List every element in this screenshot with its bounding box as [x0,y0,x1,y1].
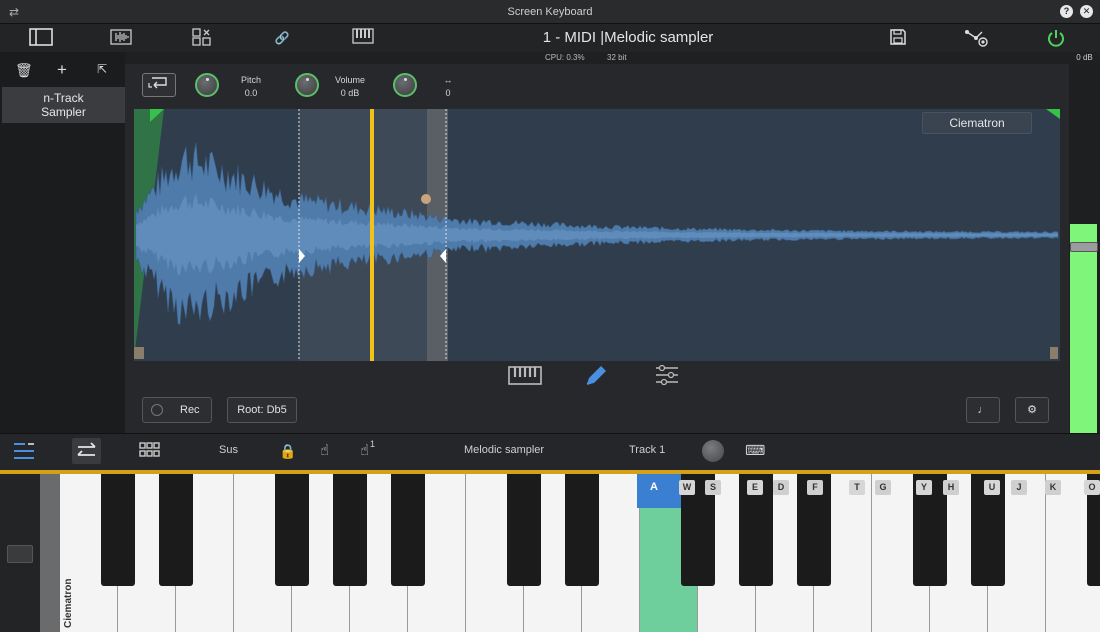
computer-keyboard-icon[interactable]: ⌨ [745,442,765,459]
window-title: Screen Keyboard [507,6,593,18]
finger-count: 1 [370,439,376,449]
piano-roll-icon[interactable] [352,28,374,48]
key-hint-s: S [705,480,721,495]
save-icon[interactable] [888,28,908,48]
pan-label: ↔ [443,75,453,85]
settings-button[interactable]: ⚙ [1015,397,1049,423]
cpu-readout: CPU: 0.3% [545,53,585,62]
track-title: 1 - MIDI |Melodic sampler [542,29,714,46]
key-hint-d: D [773,480,789,495]
keyboard-tab-icon[interactable] [508,364,542,392]
black-key[interactable] [333,474,367,586]
instrument-name-line2: Sampler [41,105,86,119]
key-hint-f: F [807,480,823,495]
instrument-tools: 🗑 + ⇱ [0,60,125,80]
sliders-tab-icon[interactable] [654,364,680,392]
loop-icon [148,77,167,89]
pan-knob[interactable] [393,73,417,97]
sustain-toggle[interactable]: Sus [219,444,238,456]
meter-db-label: 0 dB [1076,53,1093,62]
sidebar-toggle-icon[interactable] [29,28,53,48]
key-hint-e: E [747,480,763,495]
plugins-icon[interactable] [192,28,212,48]
preset-name-badge[interactable]: Ciematron [922,112,1032,134]
velocity-knob[interactable] [702,440,724,462]
waveform-editor[interactable]: Ciematron [134,109,1060,361]
key-hint-k: K [1045,480,1061,495]
pitch-label: Pitch [240,75,261,85]
instrument-panel: 🗑 + ⇱ n-Track Sampler [0,52,125,433]
level-meter[interactable] [1069,64,1100,433]
key-hint-h: H [943,480,959,495]
power-icon[interactable] [1046,28,1066,48]
root-note-button[interactable]: Root: Db5 [227,397,297,423]
black-key[interactable] [391,474,425,586]
note-clock-icon: ♩ [977,404,989,416]
meter-fill [1070,224,1097,433]
link-icon[interactable]: 🔗 [274,28,290,48]
main-toolbar: 🔗 1 - MIDI |Melodic sampler [0,24,1100,52]
waveform-view-icon[interactable] [110,28,132,48]
sampler-view-tabs [125,362,1069,390]
note-settings-button[interactable]: ♩ [966,397,1000,423]
black-key[interactable] [101,474,135,586]
waveform-path [135,142,1059,325]
trash-icon[interactable]: 🗑 [15,62,33,79]
record-icon [151,404,163,416]
keyboard-toolbar: Sus 🔒 ☝ ☝ 1 Melodic sampler Track 1 ⌨ [0,433,1100,470]
key-hint-g: G [875,480,891,495]
pencil-tab-icon[interactable] [583,364,609,394]
routing-icon[interactable] [964,28,990,48]
black-key[interactable] [159,474,193,586]
bit-depth-readout: 32 bit [607,53,627,62]
title-bar: ⇄ Screen Keyboard ? ✕ [0,0,1100,24]
key-hint-t: T [849,480,865,495]
grid-icon[interactable] [139,441,161,464]
instrument-item-ntrack-sampler[interactable]: n-Track Sampler [2,87,125,123]
instrument-name: Melodic sampler [464,444,545,456]
octave-scroll-strip[interactable] [0,474,40,632]
black-key[interactable] [507,474,541,586]
lock-icon[interactable]: 🔒 [279,443,296,460]
keyboard-instrument-label: Ciematron [63,578,74,628]
swap-arrows-button[interactable] [72,438,101,464]
key-hint-o: O [1084,480,1100,495]
waveform-display [134,109,1060,361]
close-button[interactable]: ✕ [1080,5,1093,18]
rec-button[interactable]: Rec [142,397,212,423]
volume-knob[interactable] [295,73,319,97]
key-hint-j: J [1011,480,1027,495]
sampler-panel: Pitch 0.0 Volume 0 dB ↔ 0 Ciematron Rec … [125,64,1069,433]
fader-handle[interactable] [1070,242,1098,252]
gear-icon: ⚙ [1027,404,1037,416]
add-icon[interactable]: + [57,60,67,80]
key-hint-y: Y [916,480,932,495]
knob-row: Pitch 0.0 Volume 0 dB ↔ 0 [125,64,1069,109]
pitch-value: 0.0 [244,88,258,98]
key-hint-w: W [679,480,695,495]
rec-label: Rec [180,404,200,416]
keyboard-edge [40,474,60,632]
track-name: Track 1 [629,444,666,456]
tracks-list-icon[interactable] [13,441,35,466]
touch-icon[interactable]: ☝ [320,441,329,459]
volume-label: Volume [334,75,366,85]
export-icon[interactable]: ⇱ [97,62,107,76]
pitch-knob[interactable] [195,73,219,97]
octave-scroll-handle[interactable] [7,545,33,563]
black-key[interactable] [275,474,309,586]
key-hint-u: U [984,480,1000,495]
help-button[interactable]: ? [1060,5,1073,18]
black-key[interactable] [565,474,599,586]
pan-value: 0 [445,88,451,98]
status-row: CPU: 0.3% 32 bit [0,52,1100,64]
piano-keyboard: A S D F G H J K W E T Y U O Ciematron [0,474,1100,632]
volume-value: 0 dB [340,88,360,98]
loop-button[interactable] [142,73,176,97]
finger-count-icon[interactable]: ☝ [360,441,369,459]
instrument-name-line1: n-Track [43,91,84,105]
sampler-footer: Rec Root: Db5 ♩ ⚙ [125,397,1069,425]
key-hint-a: A [637,474,671,508]
